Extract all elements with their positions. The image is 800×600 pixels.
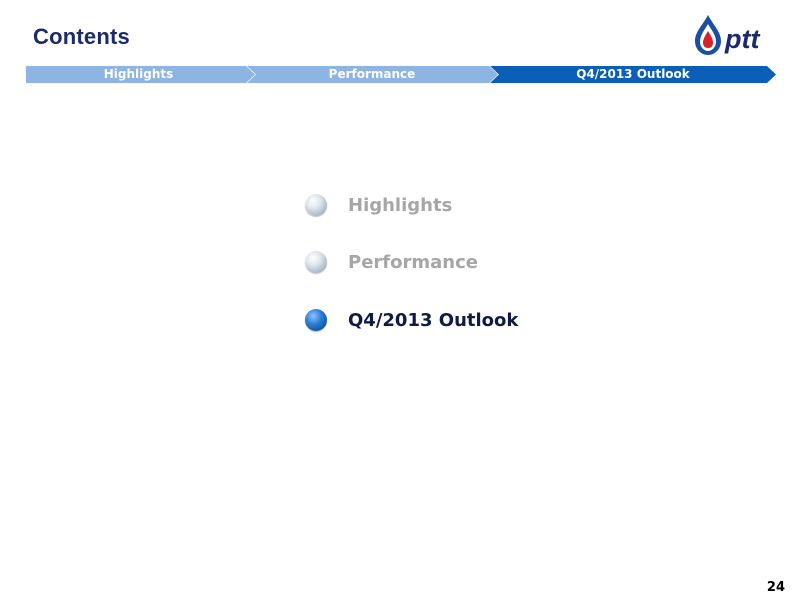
contents-item-label: Performance xyxy=(348,251,478,273)
contents-item-label: Highlights xyxy=(348,194,453,216)
nav-label-highlights: Highlights xyxy=(103,67,174,81)
nav-label-outlook: Q4/2013 Outlook xyxy=(576,67,690,81)
bullet-icon xyxy=(305,194,327,216)
contents-item-label: Q4/2013 Outlook xyxy=(348,309,519,331)
contents-item-highlights[interactable]: Highlights xyxy=(305,190,565,220)
bullet-icon xyxy=(305,251,327,273)
section-nav: Highlights Performance Q4/2013 Outlook xyxy=(26,66,776,83)
page-number: 24 xyxy=(766,580,785,595)
contents-item-performance[interactable]: Performance xyxy=(305,247,565,277)
nav-label-performance: Performance xyxy=(328,67,416,81)
page-title: Contents xyxy=(33,24,130,49)
ptt-logo: ptt xyxy=(695,15,760,55)
contents-item-outlook[interactable]: Q4/2013 Outlook xyxy=(305,305,565,335)
bullet-active-icon xyxy=(305,309,327,331)
svg-text:ptt: ptt xyxy=(724,24,760,54)
